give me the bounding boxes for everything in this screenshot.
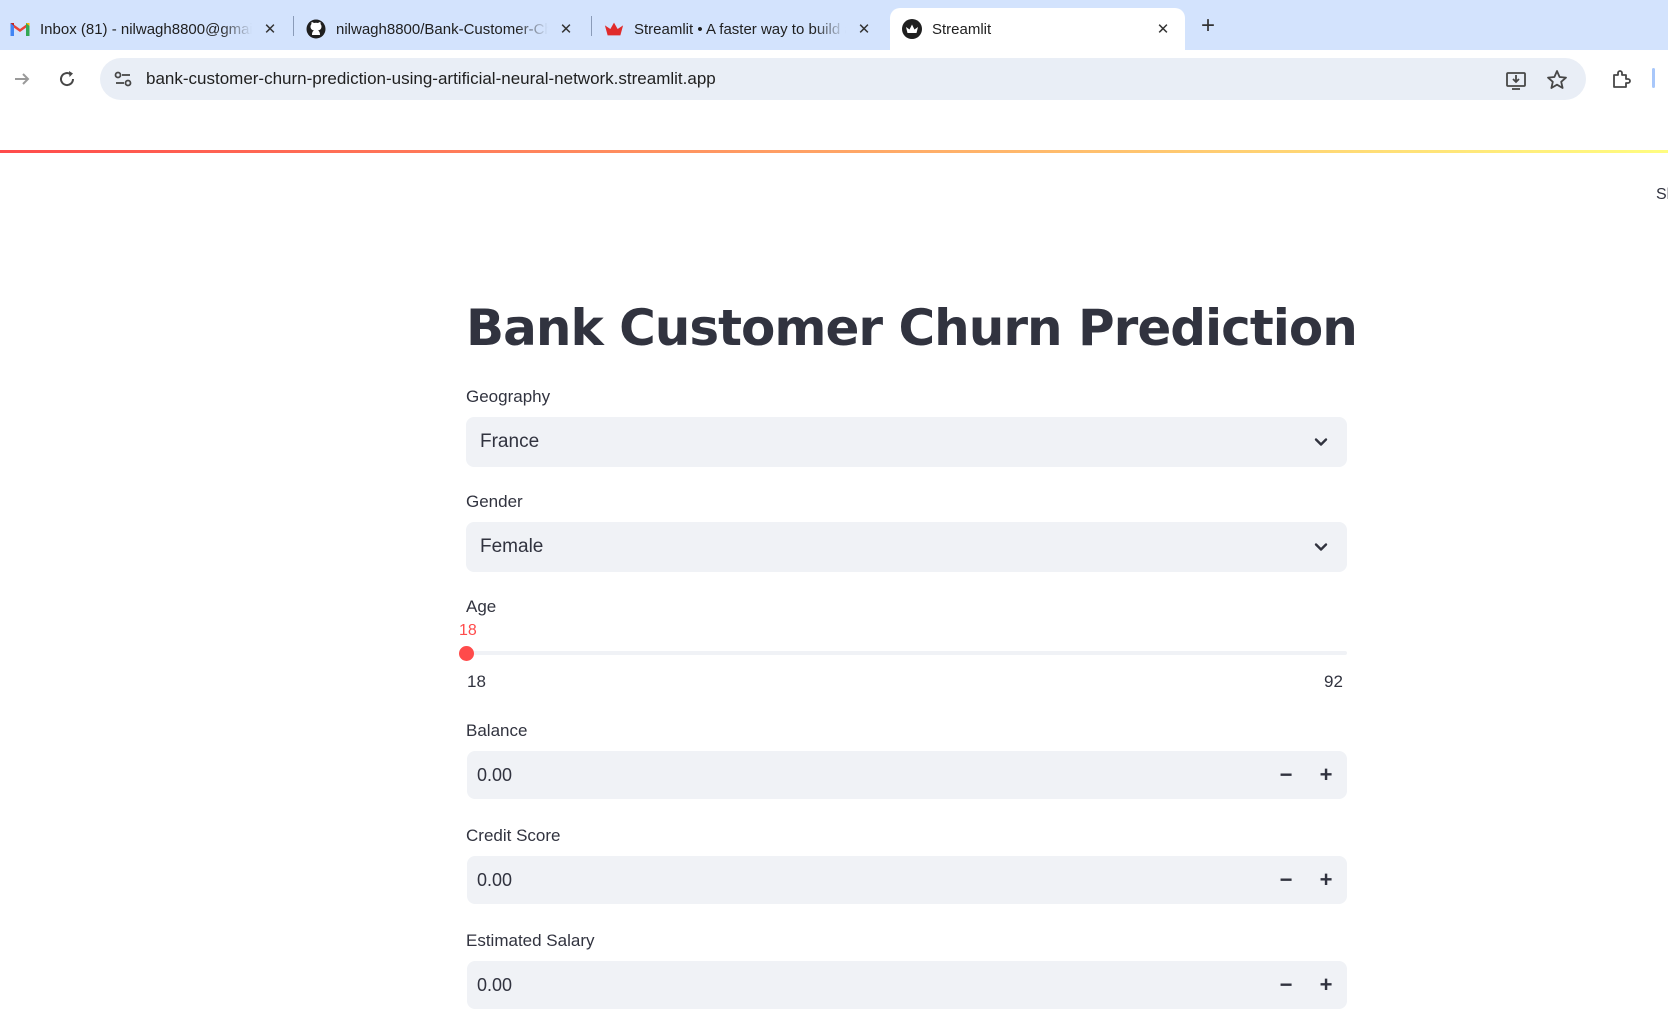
gmail-icon: [10, 19, 30, 39]
gender-label: Gender: [466, 492, 523, 511]
extensions-icon[interactable]: [1606, 64, 1636, 94]
install-app-icon[interactable]: [1504, 68, 1528, 92]
tab-separator: [293, 16, 294, 36]
credit-score-label: Credit Score: [466, 826, 561, 845]
age-slider-track[interactable]: [466, 651, 1347, 655]
tab-gmail[interactable]: Inbox (81) - nilwagh8800@gmail.com - Gma…: [10, 8, 280, 50]
balance-value: 0.00: [477, 765, 513, 785]
geography-label: Geography: [466, 387, 551, 406]
forward-icon[interactable]: [7, 64, 37, 94]
decrement-button[interactable]: −: [1271, 760, 1301, 790]
estimated-salary-value: 0.00: [477, 975, 513, 995]
geography-value: France: [480, 431, 540, 452]
increment-button[interactable]: +: [1311, 970, 1341, 1000]
tab-streamlit-active[interactable]: Streamlit ✕: [890, 8, 1185, 50]
site-settings-icon[interactable]: [112, 68, 134, 90]
close-icon[interactable]: ✕: [556, 19, 576, 39]
new-tab-icon[interactable]: +: [1196, 14, 1220, 38]
geography-select[interactable]: France: [466, 417, 1347, 467]
url-text[interactable]: bank-customer-churn-prediction-using-art…: [146, 69, 716, 89]
balance-label: Balance: [466, 721, 528, 740]
bookmark-star-icon[interactable]: [1545, 68, 1569, 92]
browser-toolbar: bank-customer-churn-prediction-using-art…: [0, 50, 1668, 108]
close-icon[interactable]: ✕: [854, 19, 874, 39]
gender-select[interactable]: Female: [466, 522, 1347, 572]
age-label: Age: [466, 597, 497, 616]
browser-tabstrip: Inbox (81) - nilwagh8800@gmail.com - Gma…: [0, 0, 1668, 50]
decrement-button[interactable]: −: [1271, 970, 1301, 1000]
chevron-down-icon: [1311, 432, 1331, 452]
profile-edge: [1652, 68, 1655, 88]
balance-input[interactable]: 0.00 − +: [467, 751, 1347, 799]
page-title: Bank Customer Churn Prediction: [466, 299, 1358, 357]
tab-title: Streamlit • A faster way to build and sh…: [634, 20, 846, 38]
share-button[interactable]: Sl: [1656, 186, 1668, 204]
age-slider-min: 18: [467, 672, 486, 691]
age-slider-max: 92: [1324, 672, 1343, 691]
tab-separator: [591, 16, 592, 36]
decrement-button[interactable]: −: [1271, 865, 1301, 895]
streamlit-icon: [902, 19, 922, 39]
increment-button[interactable]: +: [1311, 760, 1341, 790]
credit-score-input[interactable]: 0.00 − +: [467, 856, 1347, 904]
close-icon[interactable]: ✕: [260, 19, 280, 39]
age-slider-value: 18: [459, 622, 477, 639]
main-content: Bank Customer Churn Prediction: [466, 290, 1358, 366]
streamlit-decoration-bar: [0, 150, 1668, 153]
tab-github[interactable]: nilwagh8800/Bank-Customer-Churn-Predicti…: [306, 8, 576, 50]
github-icon: [306, 19, 326, 39]
close-icon[interactable]: ✕: [1153, 19, 1173, 39]
age-slider-thumb[interactable]: [459, 646, 474, 661]
increment-button[interactable]: +: [1311, 865, 1341, 895]
estimated-salary-input[interactable]: 0.00 − +: [467, 961, 1347, 1009]
tab-title: Inbox (81) - nilwagh8800@gmail.com - Gma…: [40, 20, 252, 38]
credit-score-value: 0.00: [477, 870, 513, 890]
reload-icon[interactable]: [52, 64, 82, 94]
gender-value: Female: [480, 536, 544, 557]
estimated-salary-label: Estimated Salary: [466, 931, 595, 950]
tab-streamlit-home[interactable]: Streamlit • A faster way to build and sh…: [604, 8, 874, 50]
tab-title: Streamlit: [932, 20, 992, 38]
tab-title: nilwagh8800/Bank-Customer-Churn-Predicti…: [336, 20, 548, 38]
streamlit-icon: [604, 19, 624, 39]
address-bar[interactable]: bank-customer-churn-prediction-using-art…: [100, 58, 1586, 100]
chevron-down-icon: [1311, 537, 1331, 557]
